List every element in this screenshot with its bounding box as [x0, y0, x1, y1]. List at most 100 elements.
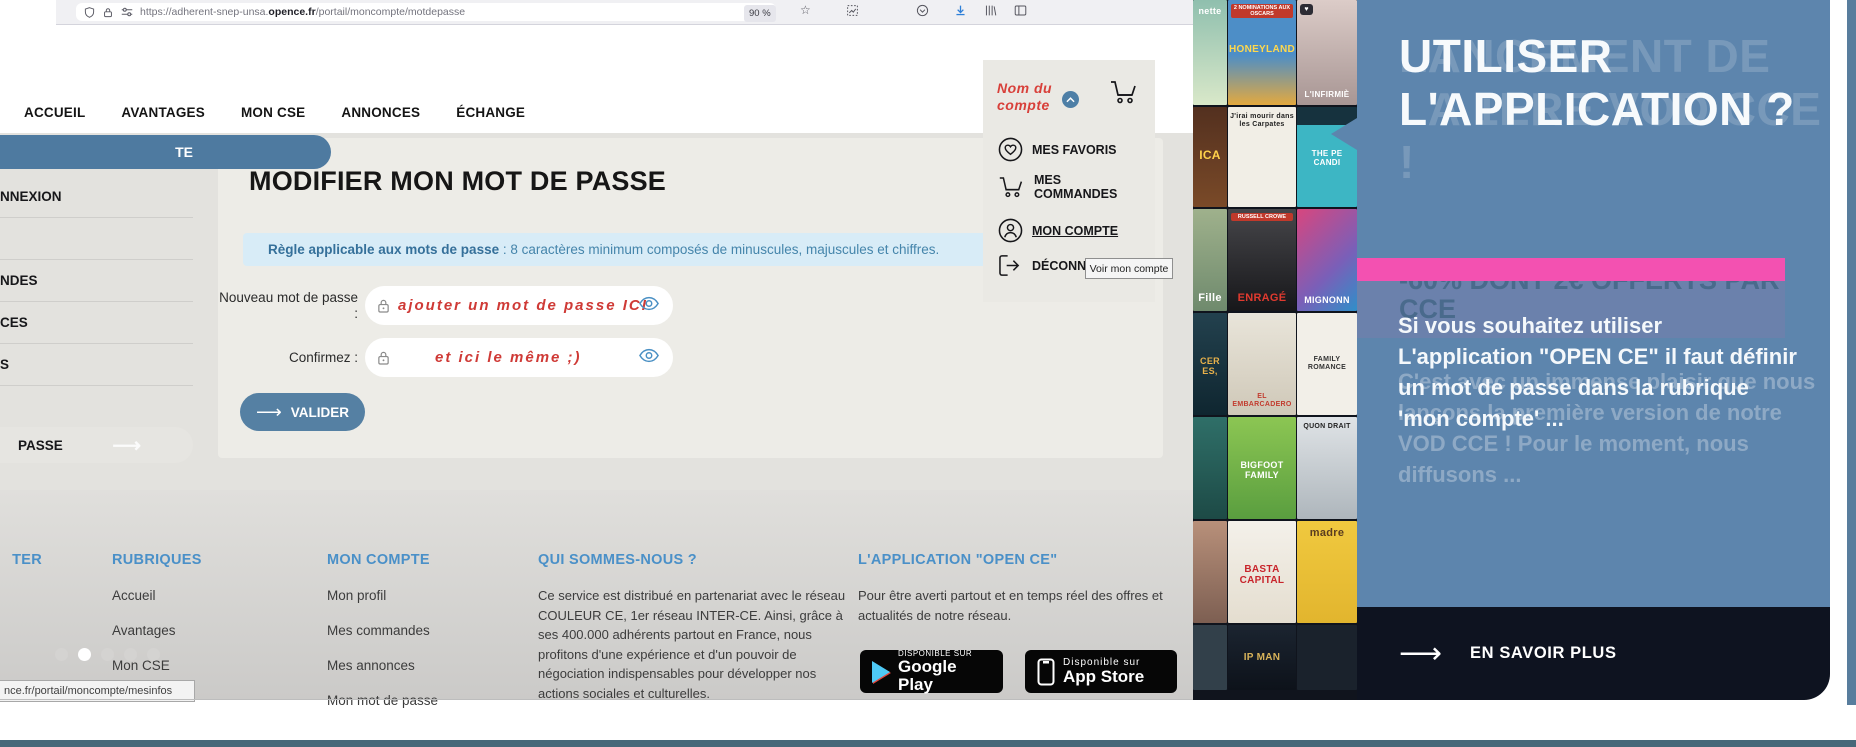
promo-pink-highlight	[1357, 258, 1785, 281]
movie-poster[interactable]: J'irai mourir dans les Carpates ♥	[1228, 107, 1296, 207]
about-text: Ce service est distribué en partenariat …	[538, 588, 846, 701]
menu-mes-commandes[interactable]: MES COMMANDES	[998, 173, 1118, 201]
screen: https://adherent-snep-unsa.opence.fr/por…	[0, 0, 1856, 747]
movie-poster[interactable]: FAMILY ROMANCE ♥	[1297, 313, 1357, 415]
permissions-icon[interactable]	[121, 7, 133, 17]
footer-heading: MON COMPTE	[327, 552, 430, 568]
movie-poster[interactable]: 2 NOMINATIONS AUX OSCARS HONEYLAND ♥	[1228, 0, 1296, 105]
valider-button[interactable]: ⟶ VALIDER	[240, 393, 365, 431]
sidebar-item-annonces[interactable]: CES	[0, 301, 193, 344]
footer-about: QUI SOMMES-NOUS ? Ce service est distrib…	[538, 552, 848, 703]
footer-link-mes-annonces[interactable]: Mes annonces	[327, 658, 438, 673]
movie-poster[interactable]: BASTA CAPITAL ♥	[1228, 521, 1296, 623]
nav-annonces[interactable]: ANNONCES	[341, 105, 420, 120]
download-icon[interactable]	[954, 4, 967, 17]
footer-app: L'APPLICATION "OPEN CE" Pour être averti…	[858, 552, 1168, 625]
sidebar-item-commandes[interactable]: NDES	[0, 259, 193, 302]
carousel-dot[interactable]	[101, 648, 114, 661]
show-password-icon[interactable]	[639, 348, 659, 363]
sidebar-item-hidden[interactable]	[0, 217, 193, 260]
screenshot-icon[interactable]	[846, 4, 859, 17]
poster-title: THE PE CANDI	[1311, 149, 1343, 168]
movie-poster[interactable]: Fille ♥	[1193, 209, 1227, 311]
movie-poster[interactable]: L'INFIRMIÈ ♥	[1297, 0, 1357, 105]
footer-link-mot-de-passe[interactable]: Mon mot de passe	[327, 693, 438, 708]
promo-body: Si vous souhaitez utiliser L'application…	[1398, 313, 1797, 431]
movie-poster[interactable]: ♥	[1193, 521, 1227, 623]
nav-avantages[interactable]: AVANTAGES	[121, 105, 205, 120]
confirm-password-annotation: et ici le même ;)	[435, 349, 582, 366]
logout-icon	[998, 254, 1023, 277]
lock-icon[interactable]	[103, 7, 113, 18]
url-bar[interactable]: https://adherent-snep-unsa.opence.fr/por…	[76, 3, 776, 22]
sidebar-item-favoris[interactable]: S	[0, 343, 193, 386]
user-icon	[998, 218, 1023, 243]
google-play-badge[interactable]: DISPONIBLE SUR Google Play	[860, 649, 1003, 694]
movie-poster[interactable]: ICA ♥	[1193, 107, 1227, 207]
footer-link-mes-commandes[interactable]: Mes commandes	[327, 623, 438, 638]
poster-title: QUON DRAIT	[1303, 423, 1351, 430]
movie-poster[interactable]: nette ♥	[1193, 0, 1227, 105]
chevron-up-icon[interactable]	[1062, 91, 1079, 108]
menu-mes-favoris[interactable]: MES FAVORIS	[998, 137, 1117, 162]
poster-title: CER ES,	[1200, 355, 1220, 377]
sidebar-toggle-icon[interactable]	[1014, 4, 1027, 17]
poster-title: nette	[1198, 6, 1222, 16]
menu-deconnexion[interactable]: DÉCONN	[998, 254, 1086, 277]
carousel-dot[interactable]	[124, 648, 137, 661]
nav-echange[interactable]: ÉCHANGE	[456, 105, 525, 120]
promo-panel: LANCEMENT DE LA 1ERE VOD CCE ! UTILISER …	[1357, 0, 1830, 607]
carousel-dot-active[interactable]	[78, 648, 91, 661]
footer-link-avantages[interactable]: Avantages	[112, 623, 202, 638]
menu-mon-compte[interactable]: MON COMPTE	[998, 218, 1118, 243]
sidebar-item-mot-de-passe-active[interactable]: PASSE ⟶	[0, 427, 193, 463]
promo-title: UTILISER L'APPLICATION ?	[1399, 30, 1795, 135]
poster-banner-text: RUSSELL CROWE	[1231, 213, 1293, 221]
bookmark-star-icon[interactable]: ☆	[800, 3, 811, 17]
sidebar-header-mon-compte[interactable]: TE	[0, 135, 331, 169]
main-nav: ACCUEIL AVANTAGES MON CSE ANNONCES ÉCHAN…	[24, 105, 525, 120]
new-password-input[interactable]: ajouter un mot de passe ICI	[365, 286, 673, 325]
footer-mon-compte: MON COMPTE Mon profil Mes commandes Mes …	[327, 552, 438, 708]
app-store-badge[interactable]: Disponible sur App Store	[1025, 650, 1177, 693]
movie-poster[interactable]: RUSSELL CROWE ENRAGÉ ♥	[1228, 209, 1296, 311]
bottom-taskbar	[0, 740, 1856, 747]
footer-link-accueil[interactable]: Accueil	[112, 588, 202, 603]
movie-poster[interactable]: IP MAN ♥	[1228, 625, 1296, 690]
zoom-level-badge[interactable]: 90 %	[744, 5, 776, 22]
show-password-icon[interactable]	[639, 296, 659, 311]
poster-title: IP MAN	[1243, 652, 1281, 664]
poster-title: MIGNONN	[1304, 294, 1350, 305]
nav-accueil[interactable]: ACCUEIL	[24, 105, 85, 120]
confirm-password-label: Confirmez :	[288, 350, 358, 365]
poster-banner-text: 2 NOMINATIONS AUX OSCARS	[1231, 4, 1293, 18]
carousel-dot[interactable]	[55, 648, 68, 661]
shield-icon[interactable]	[84, 6, 95, 18]
movie-poster[interactable]: ♥	[1193, 625, 1227, 690]
poster-title: BASTA CAPITAL	[1239, 563, 1285, 587]
google-play-icon	[872, 660, 890, 683]
movie-poster[interactable]: BIGFOOT FAMILY ♥	[1228, 417, 1296, 519]
movie-poster[interactable]: CER ES, ♥	[1193, 313, 1227, 415]
browser-toolbar: https://adherent-snep-unsa.opence.fr/por…	[56, 0, 1193, 25]
movie-poster[interactable]: ♥	[1297, 625, 1357, 690]
account-name[interactable]: Nom du compte	[997, 80, 1052, 114]
movie-poster[interactable]: madre ♥	[1297, 521, 1357, 623]
cart-icon[interactable]	[1109, 79, 1139, 105]
new-password-label: Nouveau mot de passe :	[219, 290, 358, 321]
confirm-password-input[interactable]: et ici le même ;)	[365, 338, 673, 377]
favorite-heart-icon[interactable]: ♥	[1300, 4, 1313, 15]
movie-poster[interactable]: EL EMBARCADERO ♥	[1228, 313, 1296, 415]
footer-heading: L'APPLICATION "OPEN CE"	[858, 552, 1058, 568]
footer-link-mon-profil[interactable]: Mon profil	[327, 588, 438, 603]
carousel-dot[interactable]	[147, 648, 160, 661]
movie-poster[interactable]: QUON DRAIT ♥	[1297, 417, 1357, 519]
movie-poster[interactable]: MIGNONN ♥	[1297, 209, 1357, 311]
library-icon[interactable]	[984, 4, 997, 17]
vod-poster-collage: nette ♥ 2 NOMINATIONS AUX OSCARS HONEYLA…	[1193, 0, 1357, 700]
nav-mon-cse[interactable]: MON CSE	[241, 105, 305, 120]
sidebar-item-connexion[interactable]: NNEXION	[0, 175, 193, 218]
en-savoir-plus-button[interactable]: ⟶ EN SAVOIR PLUS	[1357, 607, 1830, 700]
movie-poster[interactable]: ♥	[1193, 417, 1227, 519]
pocket-icon[interactable]	[916, 4, 929, 17]
